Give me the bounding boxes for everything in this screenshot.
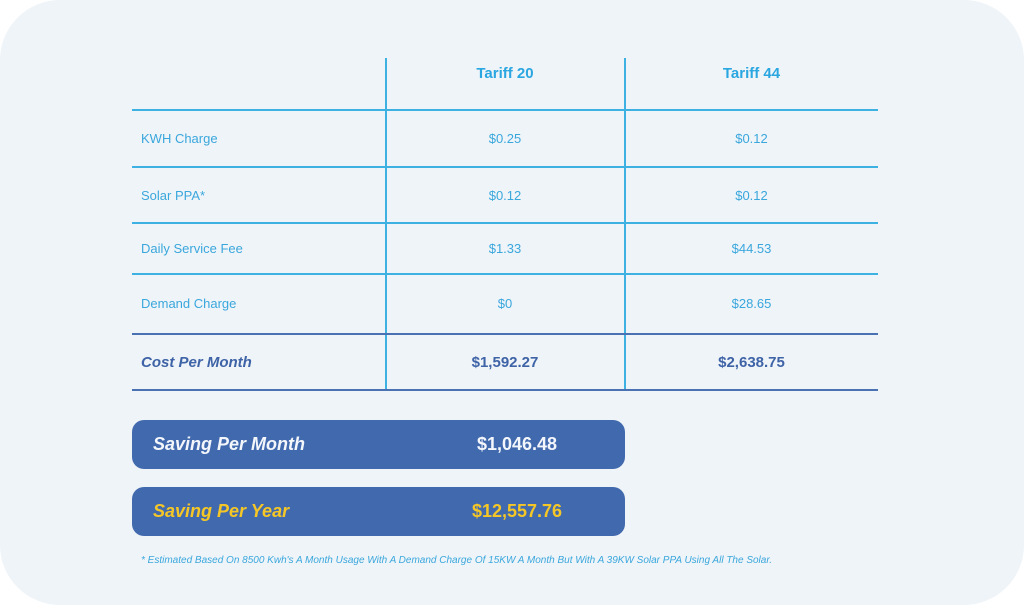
saving-per-month-label: Saving Per Month xyxy=(153,434,306,454)
tariff-20-total: $1,592.27 xyxy=(471,353,539,371)
saving-per-month-banner: Saving Per Month $1,046.48 xyxy=(132,420,625,469)
footnote: * Estimated Based On 8500 Kwh's A Month … xyxy=(141,555,773,566)
tariff-20-value: $0.25 xyxy=(488,131,522,146)
row-label: Solar PPA* xyxy=(141,187,206,203)
row-label: Demand Charge xyxy=(141,295,237,311)
tariff-44-value: $0.12 xyxy=(735,131,768,146)
total-label: Cost Per Month xyxy=(141,353,252,371)
saving-per-year-label: Saving Per Year xyxy=(153,501,290,521)
row-label: KWH Charge xyxy=(141,131,218,146)
tariff-44-value: $44.53 xyxy=(731,241,772,256)
tariff-20-value: $1.33 xyxy=(488,241,522,256)
saving-per-month-value: $1,046.48 xyxy=(476,434,558,454)
tariff-44-value: $28.65 xyxy=(731,295,772,311)
header-tariff-44: Tariff 44 xyxy=(722,64,781,82)
header-tariff-20: Tariff 20 xyxy=(476,64,534,82)
tariff-20-value: $0 xyxy=(497,295,513,311)
tariff-44-value: $0.12 xyxy=(735,187,768,203)
saving-per-year-value: $12,557.76 xyxy=(471,501,563,521)
row-divider xyxy=(132,389,878,391)
saving-per-year-banner: Saving Per Year $12,557.76 xyxy=(132,487,625,536)
row-label: Daily Service Fee xyxy=(141,241,243,256)
tariff-20-value: $0.12 xyxy=(488,187,522,203)
tariff-44-total: $2,638.75 xyxy=(718,353,785,371)
